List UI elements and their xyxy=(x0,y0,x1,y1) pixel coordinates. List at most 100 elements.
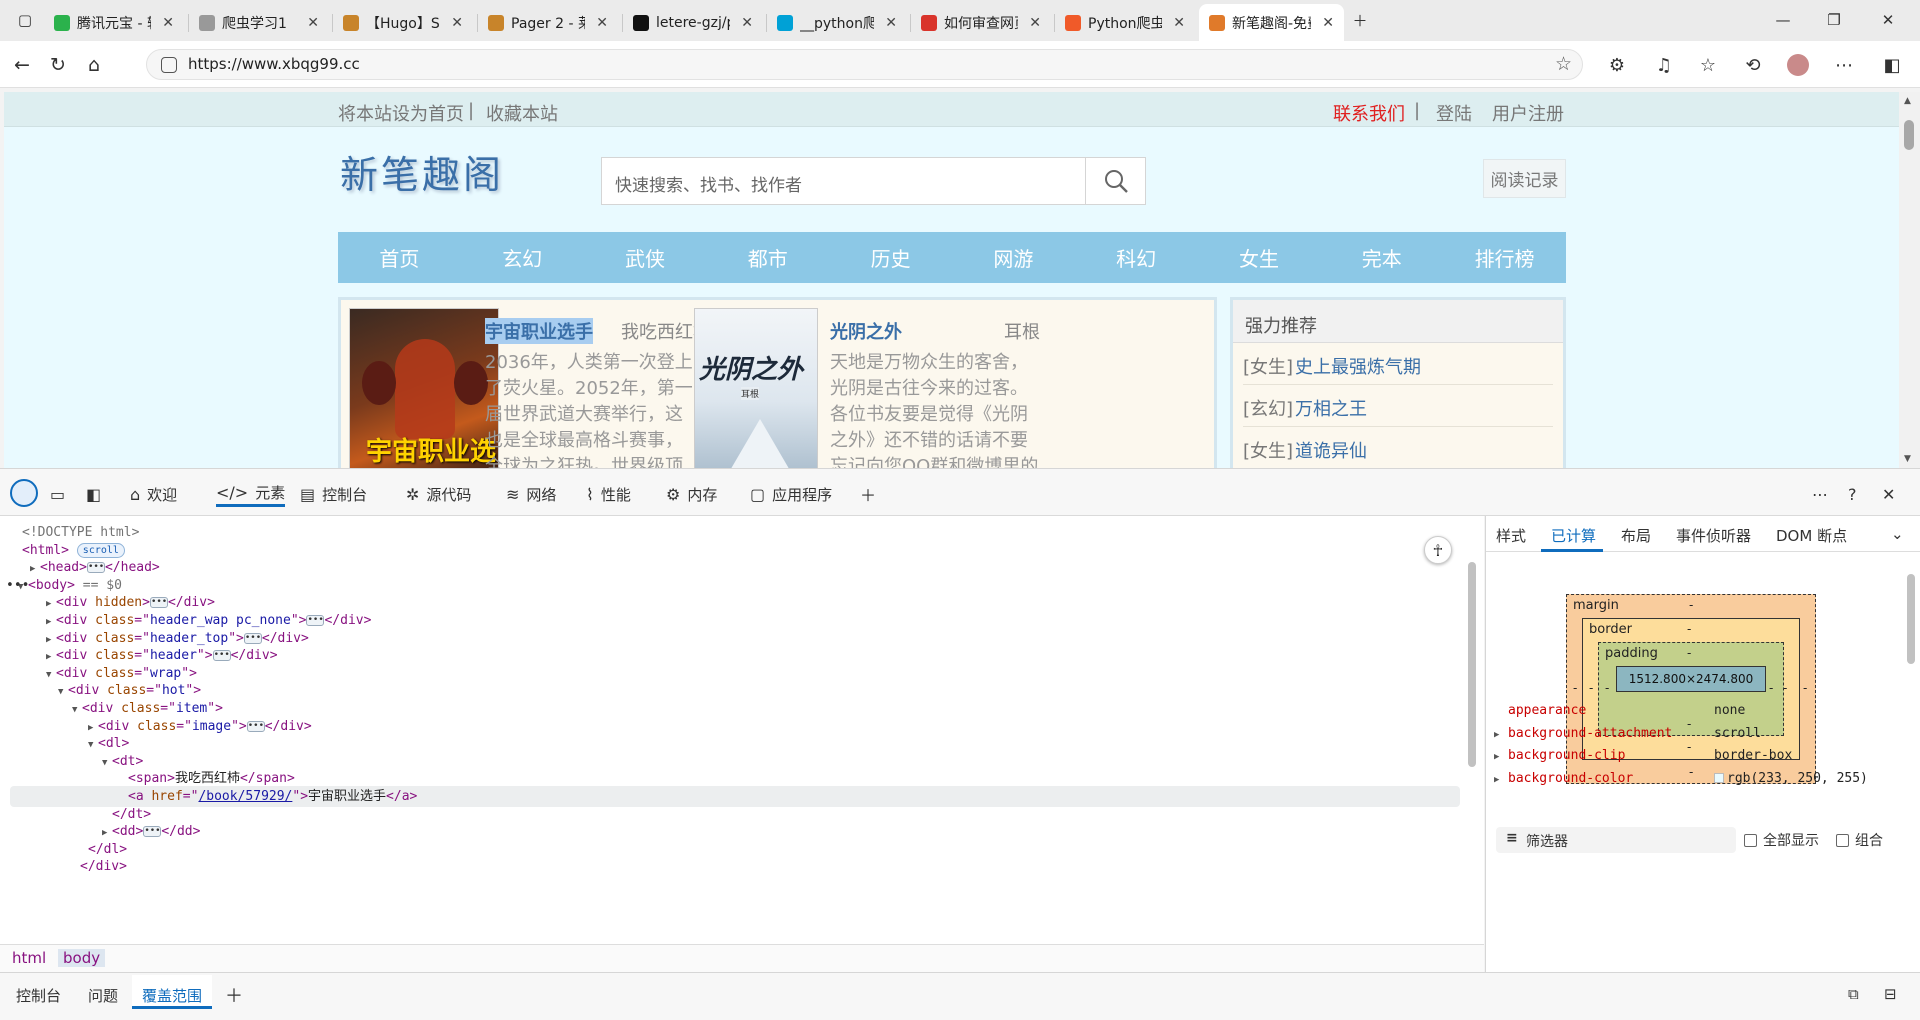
close-tab-icon[interactable]: ✕ xyxy=(1173,15,1185,31)
more-menu-icon[interactable]: ⋯ xyxy=(1830,51,1858,79)
sidebar-toggle-icon[interactable]: ◧ xyxy=(1878,51,1906,79)
book-cover[interactable]: 光阴之外 耳根 xyxy=(694,308,818,468)
inspect-element-icon[interactable] xyxy=(10,479,38,507)
expand-triangle-icon[interactable]: ▶ xyxy=(1494,775,1499,785)
dock-drawer-icon[interactable]: ⧉ xyxy=(1848,985,1859,1003)
register-link[interactable]: 用户注册 xyxy=(1492,100,1564,126)
tab-performance[interactable]: ⌇ 性能 xyxy=(586,481,631,507)
new-tab-button[interactable]: ＋ xyxy=(1347,8,1373,32)
recommend-item[interactable]: [女生] 道诡异仙 xyxy=(1243,427,1553,468)
history-icon[interactable]: ⟲ xyxy=(1739,51,1767,79)
help-icon[interactable]: ? xyxy=(1848,481,1857,507)
bookmark-site-link[interactable]: 收藏本站 xyxy=(486,100,558,126)
recommend-item[interactable]: [玄幻] 万相之王 xyxy=(1243,385,1553,427)
favorite-star-icon[interactable]: ☆ xyxy=(1555,53,1572,75)
filter-input[interactable]: ≡ 筛选器 xyxy=(1496,827,1736,853)
profile-avatar[interactable] xyxy=(1784,51,1812,79)
elements-scrollbar[interactable] xyxy=(1466,526,1478,944)
close-devtools-icon[interactable]: ✕ xyxy=(1882,481,1895,507)
page-scrollbar[interactable]: ▲ ▼ xyxy=(1899,92,1920,468)
expand-triangle-icon[interactable]: ▶ xyxy=(1494,752,1499,762)
ellipsis-icon[interactable]: ••• xyxy=(246,720,265,732)
side-pane-scrollbar[interactable] xyxy=(1906,564,1916,959)
dock-icon[interactable]: ◧ xyxy=(86,481,101,507)
tab-memory[interactable]: ⚙ 内存 xyxy=(666,481,717,507)
close-tab-icon[interactable]: ✕ xyxy=(162,15,174,31)
ellipsis-icon[interactable]: ••• xyxy=(149,597,168,609)
recommend-book-link[interactable]: 史上最强炼气期 xyxy=(1295,357,1421,378)
read-history-button[interactable]: 阅读记录 xyxy=(1483,159,1566,198)
set-homepage-link[interactable]: 将本站设为首页 xyxy=(338,100,464,126)
show-all-checkbox[interactable]: 全部显示 xyxy=(1744,830,1819,850)
ellipsis-icon[interactable]: ••• xyxy=(243,632,262,644)
tab-console[interactable]: ▤ 控制台 xyxy=(300,481,367,507)
drawer-close-icon[interactable]: ⊟ xyxy=(1884,985,1897,1003)
group-checkbox[interactable]: 组合 xyxy=(1836,830,1883,850)
chevron-down-icon[interactable]: ⌄ xyxy=(1891,525,1904,543)
computed-property[interactable]: appearance none xyxy=(1508,703,1918,725)
nav-item[interactable]: 历史 xyxy=(829,232,952,283)
minimize-button[interactable]: — xyxy=(1770,8,1796,32)
computed-property[interactable]: ▶ background-attachment scroll xyxy=(1494,726,1918,748)
tab-application[interactable]: ▢ 应用程序 xyxy=(750,481,832,507)
book-title-link[interactable]: 光阴之外 xyxy=(830,318,902,344)
extensions-icon[interactable]: ⚙ xyxy=(1603,51,1631,79)
close-tab-icon[interactable]: ✕ xyxy=(1029,15,1041,31)
computed-property[interactable]: ▶ background-clip border-box xyxy=(1494,748,1918,770)
close-tab-icon[interactable]: ✕ xyxy=(596,15,608,31)
nav-item[interactable]: 网游 xyxy=(952,232,1075,283)
recommend-book-link[interactable]: 万相之王 xyxy=(1295,399,1367,420)
browser-tab[interactable]: 如何审查网页元 ✕ xyxy=(911,4,1051,41)
scroll-badge[interactable]: scroll xyxy=(76,542,125,558)
close-window-button[interactable]: ✕ xyxy=(1875,8,1901,32)
breadcrumb-html[interactable]: html xyxy=(12,949,46,967)
ellipsis-icon[interactable]: ••• xyxy=(306,615,325,626)
tab-styles[interactable]: 样式 xyxy=(1496,525,1526,546)
ellipsis-icon[interactable]: ••• xyxy=(143,826,162,838)
nav-item[interactable]: 排行榜 xyxy=(1443,232,1566,283)
site-logo[interactable]: 新笔趣阁 xyxy=(340,144,504,199)
tab-layout[interactable]: 布局 xyxy=(1621,525,1651,546)
tab-computed[interactable]: 已计算 xyxy=(1551,525,1596,546)
browser-tab[interactable]: __python爬虫 ✕ xyxy=(767,4,907,41)
drawer-add-icon[interactable]: ＋ xyxy=(225,982,243,1008)
book-cover[interactable]: 宇宙职业选手 xyxy=(349,308,499,468)
tab-network[interactable]: ≋ 网络 xyxy=(506,481,556,507)
browser-tab[interactable]: letere-gzj/pure ✕ xyxy=(623,4,763,41)
color-swatch[interactable] xyxy=(1714,772,1724,783)
favorites-icon[interactable]: ☆ xyxy=(1694,51,1722,79)
elements-tree[interactable]: <!DOCTYPE html> <html> scroll ▶ <head>•••</… xyxy=(0,516,1484,944)
tab-actions-icon[interactable]: ▢ xyxy=(14,9,36,31)
tab-sources[interactable]: ✲ 源代码 xyxy=(406,481,471,507)
refresh-icon[interactable]: ↻ xyxy=(44,51,72,79)
attr-link[interactable]: /book/57929/ xyxy=(198,789,292,804)
drawer-tab-console[interactable]: 控制台 xyxy=(16,985,61,1006)
tab-dom-breakpoints[interactable]: DOM 断点 xyxy=(1776,525,1847,546)
ellipsis-icon[interactable]: ••• xyxy=(212,650,231,662)
browser-tab[interactable]: 爬虫学习1 ✕ xyxy=(189,4,329,41)
close-tab-icon[interactable]: ✕ xyxy=(1322,15,1334,31)
nav-item[interactable]: 玄幻 xyxy=(461,232,584,283)
nav-item[interactable]: 都市 xyxy=(706,232,829,283)
browser-tab[interactable]: Python爬虫史 ✕ xyxy=(1055,4,1195,41)
site-search-box[interactable]: 快速搜索、找书、找作者 xyxy=(601,157,1146,205)
close-tab-icon[interactable]: ✕ xyxy=(741,15,753,31)
add-tool-icon[interactable]: ＋ xyxy=(860,481,876,507)
nav-item[interactable]: 武侠 xyxy=(584,232,707,283)
browser-tab[interactable]: 新笔趣阁-免费 ✕ xyxy=(1199,4,1344,41)
drawer-tab-issues[interactable]: 问题 xyxy=(88,985,118,1006)
contact-us-link[interactable]: 联系我们 xyxy=(1333,100,1405,126)
close-tab-icon[interactable]: ✕ xyxy=(885,15,897,31)
tab-welcome[interactable]: ⌂ 欢迎 xyxy=(130,481,177,507)
back-icon[interactable]: ← xyxy=(8,51,36,79)
close-tab-icon[interactable]: ✕ xyxy=(307,15,319,31)
computed-property[interactable]: ▶ background-color rgb(233, 250, 255) xyxy=(1494,771,1918,793)
close-tab-icon[interactable]: ✕ xyxy=(451,15,463,31)
browser-tab[interactable]: 【Hugo】Stack ✕ xyxy=(333,4,473,41)
device-emulation-icon[interactable]: ▭ xyxy=(50,481,65,507)
nav-item[interactable]: 女生 xyxy=(1198,232,1321,283)
accessibility-icon[interactable]: ☥ xyxy=(1424,536,1452,564)
home-icon[interactable]: ⌂ xyxy=(80,51,108,79)
browser-tab[interactable]: Pager 2 - 莱特 ✕ xyxy=(478,4,618,41)
ellipsis-icon[interactable]: ••• xyxy=(86,562,105,574)
